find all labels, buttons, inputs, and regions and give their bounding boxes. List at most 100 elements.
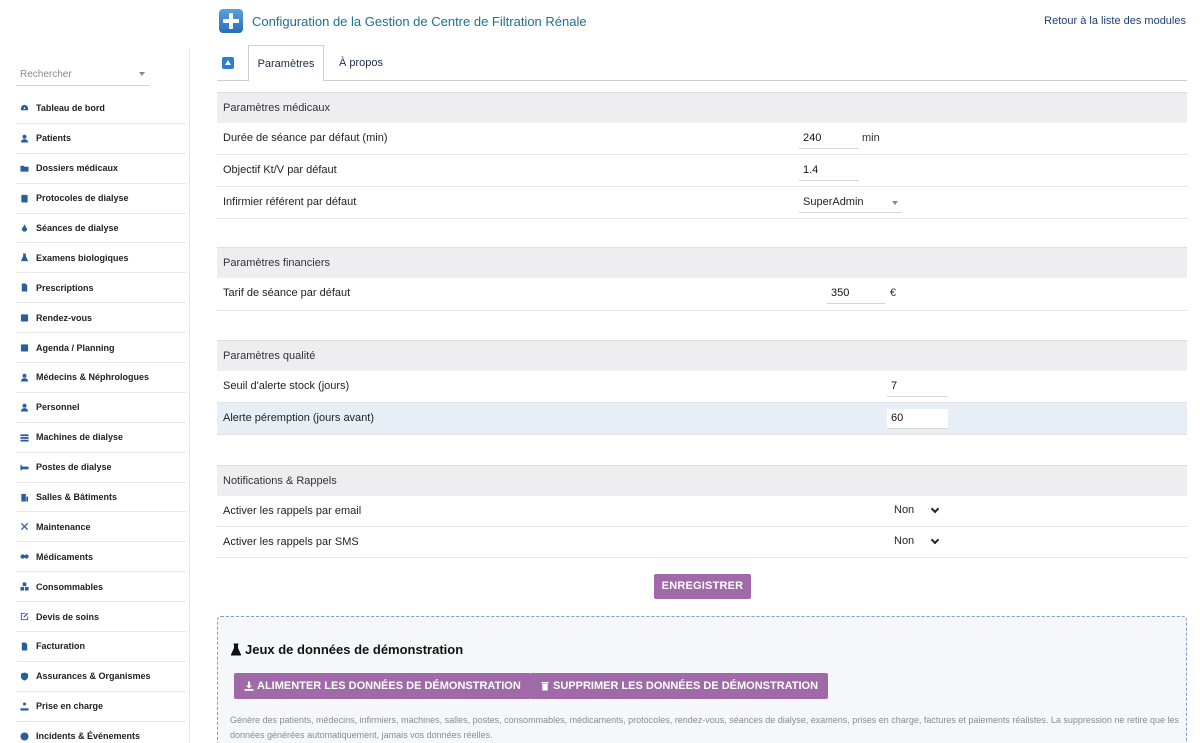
sidebar-item-medical-records[interactable]: Dossiers médicaux: [16, 154, 186, 184]
sidebar-item-quotes[interactable]: Devis de soins: [16, 602, 186, 633]
email-reminder-select[interactable]: Non: [890, 501, 942, 521]
module-logo-icon: [219, 9, 243, 33]
module-upload-icon: [222, 57, 234, 69]
expiry-alert-input[interactable]: 60: [887, 409, 948, 429]
sidebar-item-doctors[interactable]: Médecins & Néphrologues: [16, 363, 186, 393]
sidebar-item-label: Rendez-vous: [36, 312, 93, 323]
financial-settings-section: Paramètres financiers Tarif de séance pa…: [217, 247, 1187, 311]
tab-bar: Paramètres À propos: [217, 45, 1187, 82]
doctor-icon: [18, 371, 30, 383]
sidebar-item-label: Examens biologiques: [36, 252, 129, 263]
sidebar-item-label: Dossiers médicaux: [36, 163, 119, 174]
clipboard-icon: [18, 192, 30, 204]
sidebar-item-machines[interactable]: Machines de dialyse: [16, 423, 186, 453]
nurse-select-value: SuperAdmin: [803, 196, 864, 208]
sidebar-item-appointments[interactable]: Rendez-vous: [16, 303, 186, 334]
setting-label: Activer les rappels par email: [223, 505, 362, 517]
download-icon: [244, 681, 254, 691]
demo-description: Génère des patients, médecins, infirmier…: [230, 715, 1179, 740]
sidebar-item-label: Patients: [36, 133, 72, 144]
pills-icon: [18, 551, 30, 563]
nurse-select[interactable]: SuperAdmin: [799, 193, 902, 213]
page-title: Configuration de la Gestion de Centre de…: [252, 14, 587, 29]
sidebar-item-label: Médecins & Néphrologues: [36, 372, 150, 383]
quality-settings-section: Paramètres qualité Seuil d'alerte stock …: [217, 340, 1187, 435]
stock-alert-input[interactable]: 7: [887, 377, 948, 397]
back-to-modules-link[interactable]: Retour à la liste des modules: [1044, 15, 1186, 27]
setting-row: Activer les rappels par SMS Non: [217, 527, 1187, 558]
load-demo-data-label: ALIMENTER LES DONNÉES DE DÉMONSTRATION: [257, 680, 521, 692]
session-rate-input[interactable]: 350: [827, 284, 885, 304]
sidebar-item-incidents[interactable]: Incidents & Événements: [16, 722, 186, 743]
setting-row: Tarif de séance par défaut 350 €: [217, 278, 1187, 311]
sidebar-item-label: Tableau de bord: [36, 103, 105, 114]
sidebar-item-label: Maintenance: [36, 521, 91, 532]
support-icon: [18, 700, 30, 712]
bed-icon: [18, 461, 30, 473]
sidebar-item-prescriptions[interactable]: Prescriptions: [16, 273, 186, 304]
sidebar-item-agenda[interactable]: Agenda / Planning: [16, 333, 186, 364]
section-heading: Paramètres qualité: [217, 340, 1187, 371]
sidebar-item-patients[interactable]: Patients: [16, 124, 186, 154]
sms-reminder-select[interactable]: Non: [890, 532, 942, 552]
sidebar-item-label: Personnel: [36, 402, 80, 413]
tab-settings[interactable]: Paramètres: [248, 45, 324, 82]
setting-label: Seuil d'alerte stock (jours): [223, 380, 350, 392]
sidebar-item-stations[interactable]: Postes de dialyse: [16, 453, 186, 483]
building-icon: [18, 491, 30, 503]
notifications-section: Notifications & Rappels Activer les rapp…: [217, 465, 1187, 558]
sidebar-item-label: Assurances & Organismes: [36, 671, 151, 682]
setting-label: Alerte péremption (jours avant): [223, 412, 375, 424]
edit-icon: [18, 611, 30, 623]
boxes-icon: [18, 581, 30, 593]
calendar-check-icon: [18, 312, 30, 324]
load-demo-data-button[interactable]: ALIMENTER LES DONNÉES DE DÉMONSTRATION: [234, 673, 531, 699]
sidebar-item-label: Séances de dialyse: [36, 223, 119, 233]
sidebar-item-insurance[interactable]: Assurances & Organismes: [16, 662, 186, 692]
tab-about[interactable]: À propos: [328, 45, 394, 81]
demo-title: Jeux de données de démonstration: [230, 642, 463, 657]
tools-icon: [18, 521, 30, 533]
ktv-input[interactable]: 1.4: [799, 161, 859, 181]
trash-icon: [541, 682, 549, 691]
sidebar-item-sessions[interactable]: Séances de dialyse: [16, 214, 186, 244]
sidebar-item-medications[interactable]: Médicaments: [16, 542, 186, 573]
sidebar-item-dashboard[interactable]: Tableau de bord: [16, 94, 186, 124]
sidebar-item-rooms[interactable]: Salles & Bâtiments: [16, 483, 186, 513]
delete-demo-data-button[interactable]: SUPPRIMER LES DONNÉES DE DÉMONSTRATION: [530, 673, 829, 699]
sidebar-item-maintenance[interactable]: Maintenance: [16, 512, 186, 543]
sidebar-item-lab-exams[interactable]: Examens biologiques: [16, 243, 186, 274]
file-icon: [18, 282, 30, 294]
sidebar-item-staff[interactable]: Personnel: [16, 393, 186, 423]
flask-icon: [231, 643, 241, 656]
sidebar-item-label: Prise en charge: [36, 701, 104, 712]
save-button[interactable]: ENREGISTRER: [654, 574, 751, 599]
invoice-icon: [18, 640, 30, 652]
sidebar-item-consumables[interactable]: Consommables: [16, 572, 186, 603]
sidebar-item-label: Facturation: [36, 641, 86, 652]
sidebar-item-label: Salles & Bâtiments: [36, 492, 118, 503]
shield-icon: [18, 670, 30, 682]
sidebar-item-label: Protocoles de dialyse: [36, 193, 129, 204]
sidebar-item-label: Machines de dialyse: [36, 432, 124, 443]
sidebar-item-protocols[interactable]: Protocoles de dialyse: [16, 184, 186, 214]
session-duration-input[interactable]: 240: [799, 129, 858, 149]
setting-label: Activer les rappels par SMS: [223, 536, 359, 548]
setting-row: Infirmier référent par défaut SuperAdmin: [217, 187, 1187, 219]
setting-label: Durée de séance par défaut (min): [223, 132, 388, 144]
user-icon: [18, 132, 30, 144]
search-select[interactable]: Rechercher: [16, 66, 149, 86]
sidebar-menu: Tableau de bord Patients Dossiers médica…: [16, 94, 186, 743]
setting-label: Objectif Kt/V par défaut: [223, 164, 337, 176]
calendar-icon: [18, 342, 30, 354]
chevron-down-icon: [892, 201, 898, 205]
email-reminder-value: Non: [894, 504, 915, 516]
section-heading: Paramètres financiers: [217, 247, 1187, 278]
setting-row: Alerte péremption (jours avant) 60: [217, 403, 1187, 435]
sidebar-item-label: Postes de dialyse: [36, 462, 112, 473]
sidebar-item-coverage[interactable]: Prise en charge: [16, 692, 186, 722]
folder-icon: [18, 162, 30, 174]
section-heading: Paramètres médicaux: [217, 92, 1187, 123]
sidebar: Rechercher Tableau de bord Patients Doss…: [0, 48, 190, 743]
sidebar-item-billing[interactable]: Facturation: [16, 632, 186, 662]
